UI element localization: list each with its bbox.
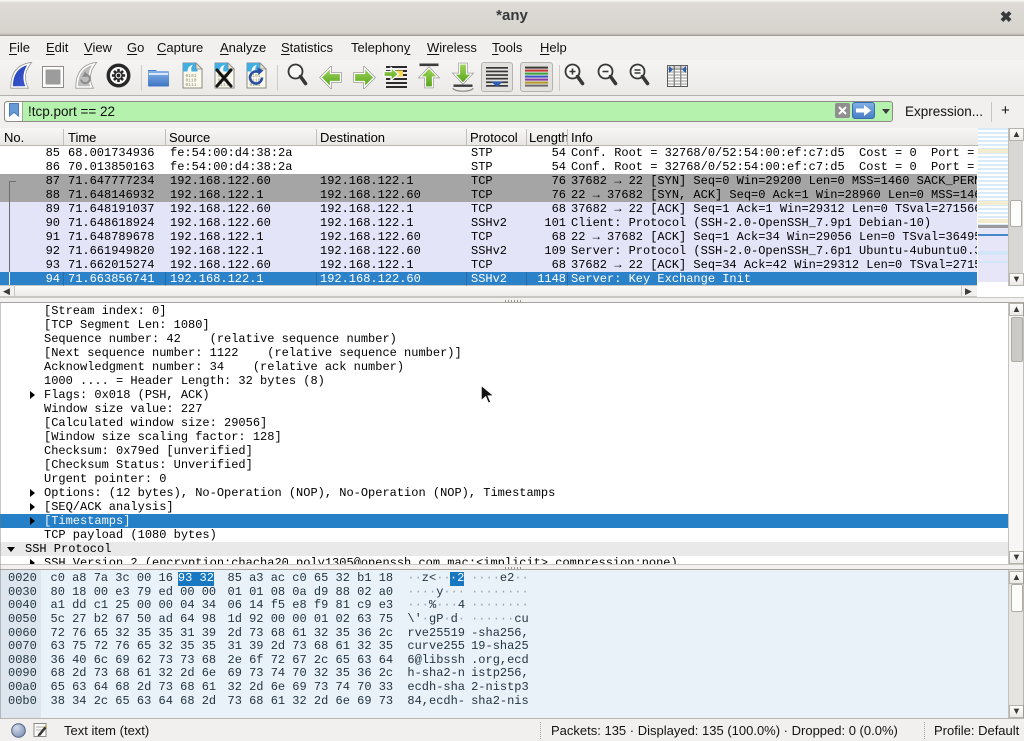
svg-text:0111: 0111 [186,82,197,88]
